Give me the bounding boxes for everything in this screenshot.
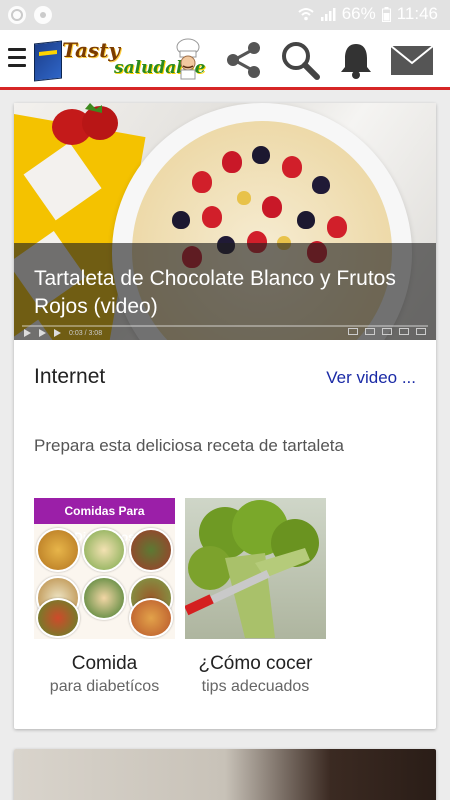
captions-icon[interactable] bbox=[348, 328, 358, 335]
post-description: Prepara esta deliciosa receta de tartale… bbox=[34, 436, 344, 455]
video-title-overlay: Tartaleta de Chocolate Blanco y Frutos R… bbox=[14, 243, 436, 340]
battery-percent: 66% bbox=[341, 4, 376, 23]
mail-icon[interactable] bbox=[384, 38, 440, 82]
app-bar: Tasty saludable bbox=[0, 30, 450, 90]
video-progress[interactable] bbox=[22, 325, 428, 327]
bell-icon[interactable] bbox=[328, 38, 384, 82]
post-title[interactable]: Tartaleta de Chocolate Blanco y Frutos R… bbox=[34, 265, 414, 321]
book-icon bbox=[34, 40, 62, 82]
next-icon[interactable] bbox=[39, 329, 46, 337]
logo-title: Tasty bbox=[62, 38, 121, 62]
wifi-icon bbox=[298, 8, 314, 21]
video-player[interactable]: Tartaleta de Chocolate Blanco y Frutos R… bbox=[14, 103, 436, 340]
status-bar: 66% 11:46 bbox=[0, 0, 450, 30]
video-controls[interactable]: 0:03 / 3:08 bbox=[14, 324, 436, 340]
app-bar-actions bbox=[216, 38, 440, 82]
broccoli-image bbox=[185, 500, 319, 638]
app-logo[interactable]: Tasty saludable bbox=[32, 36, 205, 84]
chef-icon bbox=[176, 38, 200, 80]
post-meta: Internet Ver video ... bbox=[34, 365, 416, 395]
related-thumbnail[interactable]: Comidas Para Diabéticos bbox=[34, 498, 175, 639]
related-subtitle: tips adecuados bbox=[201, 678, 310, 695]
notification-icons bbox=[8, 6, 52, 24]
theater-icon[interactable] bbox=[399, 328, 409, 335]
miniplayer-icon[interactable] bbox=[382, 328, 392, 335]
related-title: ¿Cómo cocer bbox=[198, 653, 313, 674]
related-thumbnail[interactable] bbox=[185, 498, 326, 639]
feed[interactable]: Tartaleta de Chocolate Blanco y Frutos R… bbox=[0, 93, 450, 800]
volume-icon[interactable] bbox=[54, 329, 61, 337]
share-icon[interactable] bbox=[216, 38, 272, 82]
status-right: 66% 11:46 bbox=[298, 4, 438, 24]
signal-icon bbox=[320, 8, 336, 21]
fullscreen-icon[interactable] bbox=[416, 328, 426, 335]
chat-icon bbox=[34, 6, 52, 24]
post-source: Internet bbox=[34, 365, 106, 388]
related-title: Comida bbox=[71, 653, 138, 674]
thumbnail-banner: Comidas Para Diabéticos bbox=[34, 498, 175, 544]
related-item[interactable]: ¿Cómo cocer tips adecuados bbox=[185, 498, 326, 696]
video-time: 0:03 / 3:08 bbox=[69, 329, 103, 337]
aperture-icon bbox=[8, 6, 26, 24]
search-icon[interactable] bbox=[272, 38, 328, 82]
related-subtitle: para diabetícos bbox=[49, 678, 160, 695]
post-image[interactable] bbox=[14, 749, 436, 800]
post-card[interactable]: Tartaleta de Chocolate Blanco y Frutos R… bbox=[14, 103, 436, 729]
battery-icon bbox=[381, 6, 391, 22]
watch-video-link[interactable]: Ver video ... bbox=[326, 368, 416, 388]
strawberry-image bbox=[52, 103, 118, 145]
post-card-next[interactable] bbox=[14, 749, 436, 800]
clock: 11:46 bbox=[396, 4, 438, 23]
related-list: Comidas Para Diabéticos Comida para diab… bbox=[34, 498, 326, 696]
menu-icon[interactable] bbox=[8, 48, 26, 70]
play-icon[interactable] bbox=[24, 329, 31, 337]
related-item[interactable]: Comidas Para Diabéticos Comida para diab… bbox=[34, 498, 175, 696]
settings-icon[interactable] bbox=[365, 328, 375, 335]
